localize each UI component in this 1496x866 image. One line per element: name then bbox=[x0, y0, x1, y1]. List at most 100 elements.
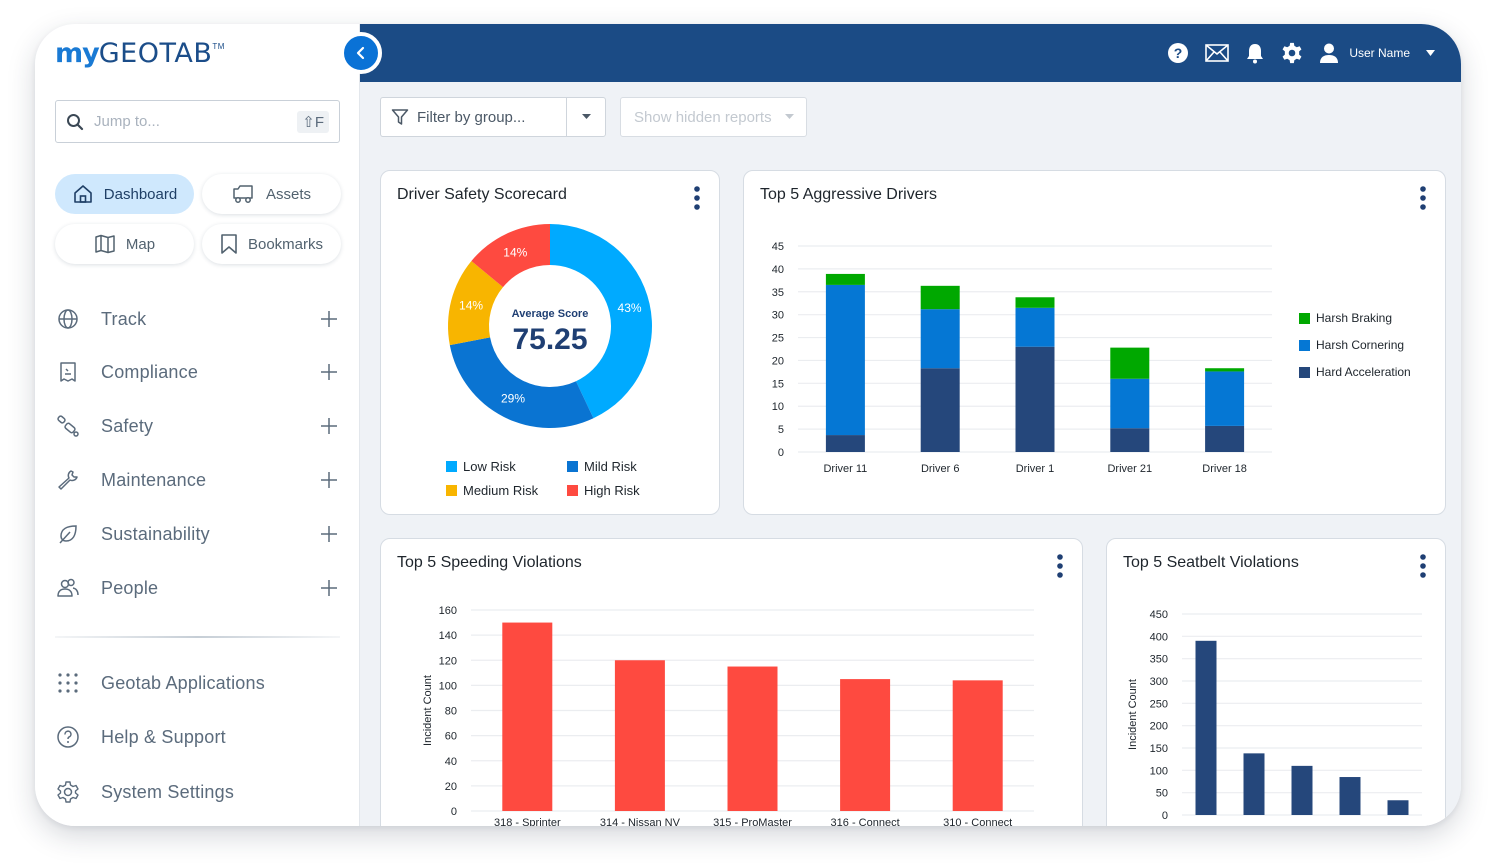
expand-plus-icon[interactable] bbox=[318, 308, 340, 330]
sidebar-item-maintenance[interactable]: Maintenance bbox=[55, 465, 340, 495]
legend-item-hard-acceleration[interactable]: Hard Acceleration bbox=[1299, 365, 1411, 379]
bar-harsh-braking-driver-18[interactable] bbox=[1205, 368, 1245, 372]
bar-310-connect[interactable] bbox=[952, 680, 1003, 811]
quick-link-dashboard[interactable]: Dashboard bbox=[55, 174, 194, 214]
search-icon bbox=[67, 113, 84, 130]
legend-swatch bbox=[567, 461, 578, 472]
y-tick-label: 120 bbox=[439, 655, 457, 667]
legend-item-harsh-cornering[interactable]: Harsh Cornering bbox=[1299, 338, 1404, 352]
bar-316-connect[interactable] bbox=[840, 679, 891, 811]
mail-icon[interactable] bbox=[1205, 44, 1230, 62]
legend-swatch bbox=[446, 485, 457, 496]
apps-grid-icon bbox=[58, 673, 78, 693]
aggressive-drivers-card: Top 5 Aggressive Drivers 0 5 10 15 20 25 30 35 4… bbox=[743, 170, 1446, 515]
legend-label: Hard Acceleration bbox=[1316, 365, 1411, 379]
bar-harsh-cornering-driver-1[interactable] bbox=[1015, 307, 1055, 347]
settings-icon[interactable] bbox=[1281, 42, 1303, 64]
bar-harsh-braking-driver-1[interactable] bbox=[1015, 297, 1055, 308]
bar-hard-acceleration-driver-6[interactable] bbox=[920, 368, 960, 452]
y-tick-label: 25 bbox=[772, 333, 784, 345]
bar-318-sprinter[interactable] bbox=[502, 622, 553, 811]
user-icon[interactable] bbox=[1319, 42, 1339, 64]
legend-item-harsh-braking[interactable]: Harsh Braking bbox=[1299, 311, 1392, 325]
jump-to-search[interactable]: Jump to... ⇧F bbox=[55, 100, 340, 143]
sidebar-item-geotab-applications[interactable]: Geotab Applications bbox=[55, 668, 340, 698]
bar-harsh-cornering-driver-6[interactable] bbox=[920, 309, 960, 369]
bar-314-nissan-nv[interactable] bbox=[614, 660, 665, 811]
bar-hard-acceleration-driver-18[interactable] bbox=[1205, 425, 1245, 452]
y-tick-label: 400 bbox=[1150, 631, 1168, 643]
bar-item-3[interactable] bbox=[1291, 765, 1313, 815]
legend-label: Harsh Braking bbox=[1316, 311, 1393, 325]
sidebar-item-track[interactable]: Track bbox=[55, 304, 340, 334]
user-menu-caret-icon[interactable] bbox=[1426, 50, 1435, 56]
y-tick-label: 140 bbox=[439, 630, 457, 642]
group-filter-dropdown[interactable] bbox=[567, 114, 605, 120]
bar-item-2[interactable] bbox=[1243, 753, 1265, 815]
group-filter[interactable]: Filter by group... bbox=[380, 97, 606, 137]
bar-315-promaster[interactable] bbox=[727, 666, 778, 811]
expand-plus-icon[interactable] bbox=[318, 469, 340, 491]
group-filter-input[interactable]: Filter by group... bbox=[417, 109, 566, 126]
bar-item-1[interactable] bbox=[1195, 640, 1217, 815]
legend-item-medium-risk[interactable]: Medium Risk bbox=[446, 483, 538, 498]
search-input[interactable]: Jump to... bbox=[94, 113, 297, 130]
bar-harsh-cornering-driver-11[interactable] bbox=[825, 284, 865, 436]
quick-link-map[interactable]: Map bbox=[55, 224, 194, 264]
x-tick-label: 318 - Sprinter bbox=[494, 817, 561, 826]
legend-label: Mild Risk bbox=[584, 459, 637, 474]
driver-safety-scorecard-card: Driver Safety Scorecard 43% 29% 14% 14% Ave… bbox=[380, 170, 720, 515]
sidebar-item-help-support[interactable]: Help & Support bbox=[55, 722, 340, 752]
bar-item-4[interactable] bbox=[1339, 777, 1361, 815]
bar-harsh-cornering-driver-18[interactable] bbox=[1205, 371, 1245, 426]
quick-link-assets[interactable]: Assets bbox=[202, 174, 341, 214]
bar-hard-acceleration-driver-1[interactable] bbox=[1015, 346, 1055, 452]
y-tick-label: 15 bbox=[772, 378, 784, 390]
legend-item-high-risk[interactable]: High Risk bbox=[567, 483, 640, 498]
filter-bar: Filter by group... Show hidden reports bbox=[360, 82, 1461, 152]
gear-icon bbox=[57, 781, 79, 803]
y-tick-label: 20 bbox=[445, 781, 457, 793]
y-tick-label: 0 bbox=[451, 806, 457, 818]
help-circle-icon bbox=[57, 726, 79, 748]
app-window: myGEOTABTM Jump to... ⇧F Dashboard Asset… bbox=[35, 24, 1461, 826]
help-icon[interactable]: ? bbox=[1167, 42, 1189, 64]
y-tick-label: 350 bbox=[1150, 654, 1168, 666]
bell-icon[interactable] bbox=[1245, 42, 1265, 64]
legend-swatch bbox=[567, 485, 578, 496]
y-tick-label: 30 bbox=[772, 310, 784, 322]
home-icon bbox=[73, 185, 92, 203]
quick-link-bookmarks[interactable]: Bookmarks bbox=[202, 224, 341, 264]
y-axis-title: Incident Count bbox=[1127, 679, 1139, 750]
bar-harsh-braking-driver-21[interactable] bbox=[1110, 347, 1150, 379]
expand-plus-icon[interactable] bbox=[318, 415, 340, 437]
legend-item-mild-risk[interactable]: Mild Risk bbox=[567, 459, 637, 474]
y-tick-label: 40 bbox=[772, 264, 784, 276]
x-tick-label: Driver 6 bbox=[921, 463, 960, 475]
x-tick-label: Driver 18 bbox=[1202, 463, 1247, 475]
sidebar-item-safety[interactable]: Safety bbox=[55, 411, 340, 441]
truck-icon bbox=[233, 185, 253, 203]
expand-plus-icon[interactable] bbox=[318, 523, 340, 545]
bar-item-5[interactable] bbox=[1387, 800, 1409, 815]
expand-plus-icon[interactable] bbox=[318, 361, 340, 383]
sidebar-item-compliance[interactable]: Compliance bbox=[55, 357, 340, 387]
y-tick-label: 0 bbox=[1162, 810, 1168, 822]
sidebar-item-system-settings[interactable]: System Settings bbox=[55, 777, 340, 807]
bar-harsh-braking-driver-6[interactable] bbox=[920, 285, 960, 310]
mygeotab-logo[interactable]: myGEOTABTM bbox=[55, 38, 225, 69]
sidebar-item-people[interactable]: People bbox=[55, 573, 340, 603]
x-tick-label: 310 - Connect bbox=[943, 817, 1012, 826]
bar-hard-acceleration-driver-21[interactable] bbox=[1110, 428, 1150, 452]
show-hidden-reports-dropdown[interactable]: Show hidden reports bbox=[620, 97, 807, 137]
bar-hard-acceleration-driver-11[interactable] bbox=[825, 435, 865, 452]
donut-chart: 43% 29% 14% 14% Average Score 75.25 bbox=[448, 224, 652, 428]
legend-item-low-risk[interactable]: Low Risk bbox=[446, 459, 516, 474]
bar-harsh-cornering-driver-21[interactable] bbox=[1110, 378, 1150, 429]
bar-harsh-braking-driver-11[interactable] bbox=[825, 273, 865, 285]
collapse-sidebar-button[interactable] bbox=[340, 32, 382, 74]
expand-plus-icon[interactable] bbox=[318, 577, 340, 599]
user-name[interactable]: User Name bbox=[1349, 46, 1410, 60]
compliance-icon bbox=[60, 362, 76, 382]
sidebar-item-sustainability[interactable]: Sustainability bbox=[55, 519, 340, 549]
